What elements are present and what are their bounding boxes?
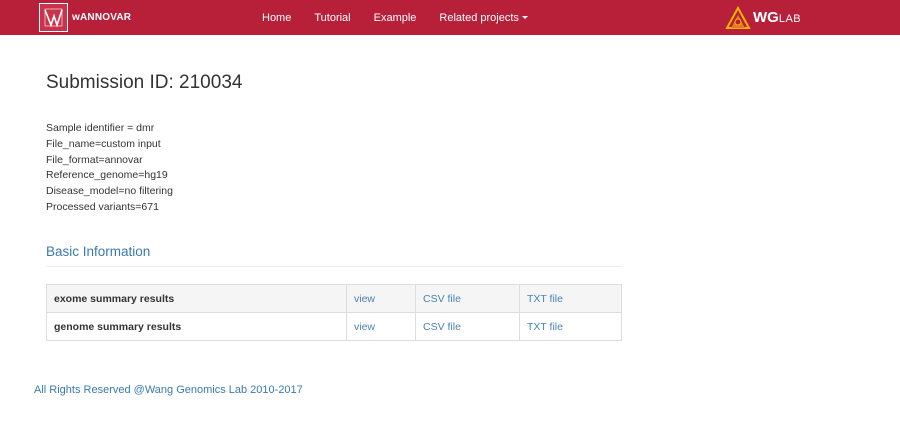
view-link[interactable]: view (346, 312, 416, 341)
section-title-basic-information: Basic Information (46, 244, 151, 259)
param-processed-variants: Processed variants=671 (46, 200, 159, 213)
main-nav: Home Tutorial Example Related projects (262, 0, 551, 35)
csv-file-link[interactable]: CSV file (415, 284, 520, 313)
txt-file-link[interactable]: TXT file (519, 312, 622, 341)
view-link[interactable]: view (346, 284, 416, 313)
wglab-logo-link[interactable]: WGLAB (725, 0, 801, 35)
nav-related-projects-dropdown[interactable]: Related projects (439, 12, 528, 24)
table-row: exome summary results view CSV file TXT … (46, 284, 622, 313)
caret-down-icon (521, 16, 528, 19)
param-file-name: File_name=custom input (46, 137, 161, 150)
csv-file-link[interactable]: CSV file (415, 312, 520, 341)
wglab-logo-text: WGLAB (753, 9, 801, 26)
param-file-format: File_format=annovar (46, 153, 143, 166)
wglab-logo-text-big: WG (753, 9, 779, 26)
wglab-logo-icon (725, 5, 751, 29)
page-title: Submission ID: 210034 (46, 72, 243, 93)
row-name: genome summary results (46, 312, 347, 341)
nav-example[interactable]: Example (374, 12, 417, 24)
row-name: exome summary results (46, 284, 347, 313)
top-navbar: wANNOVAR Home Tutorial Example Related p… (0, 0, 900, 35)
nav-tutorial[interactable]: Tutorial (314, 12, 350, 24)
brand-name: wANNOVAR (72, 12, 132, 23)
param-sample-identifier: Sample identifier = dmr (46, 122, 155, 134)
nav-home[interactable]: Home (262, 12, 291, 24)
param-disease-model: Disease_model=no filtering (46, 185, 173, 198)
results-table: exome summary results view CSV file TXT … (46, 284, 622, 341)
table-row: genome summary results view CSV file TXT… (46, 312, 622, 341)
section-divider (46, 266, 622, 267)
wannovar-logo-icon (39, 3, 68, 32)
param-reference-genome: Reference_genome=hg19 (46, 169, 168, 182)
wglab-logo-text-small: LAB (778, 13, 802, 25)
brand-link[interactable]: wANNOVAR (39, 0, 131, 35)
nav-related-projects-label: Related projects (439, 11, 519, 24)
txt-file-link[interactable]: TXT file (519, 284, 622, 313)
submission-parameters: Sample identifier = dmr File_name=custom… (46, 121, 173, 216)
footer-copyright: All Rights Reserved @Wang Genomics Lab 2… (34, 384, 303, 396)
